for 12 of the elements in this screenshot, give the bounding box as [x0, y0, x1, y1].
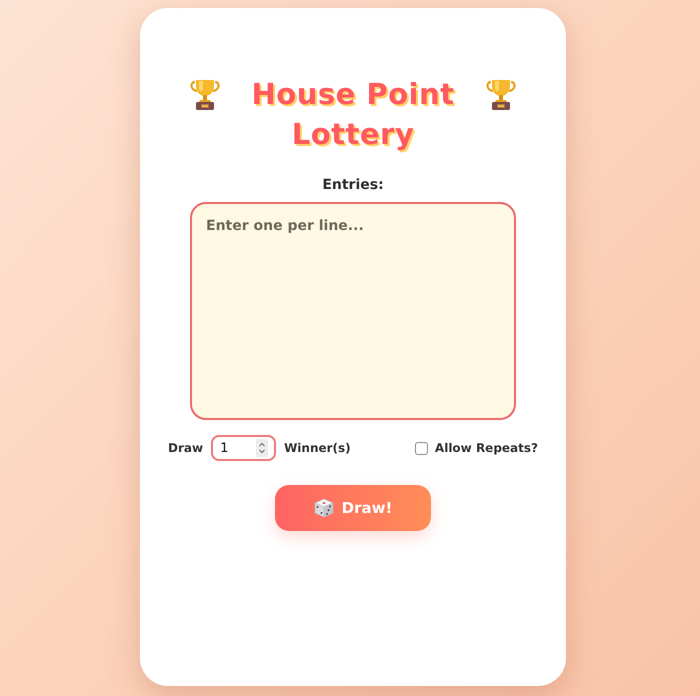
- draw-label: Draw: [168, 441, 204, 455]
- winners-label: Winner(s): [284, 441, 351, 455]
- app-title: House Point Lottery: [250, 76, 456, 153]
- repeats-checkbox[interactable]: [414, 442, 428, 454]
- entries-field[interactable]: Enter one per line...: [190, 202, 516, 420]
- spinner-icon[interactable]: [256, 439, 268, 457]
- dice-icon: [314, 498, 334, 518]
- trophy-icon: [189, 78, 221, 110]
- allow-repeats-label: Allow Repeats?: [434, 441, 538, 455]
- entries-label: Entries:: [322, 176, 384, 195]
- winner-count-field[interactable]: 1: [211, 435, 276, 461]
- trophy-icon: [485, 78, 517, 110]
